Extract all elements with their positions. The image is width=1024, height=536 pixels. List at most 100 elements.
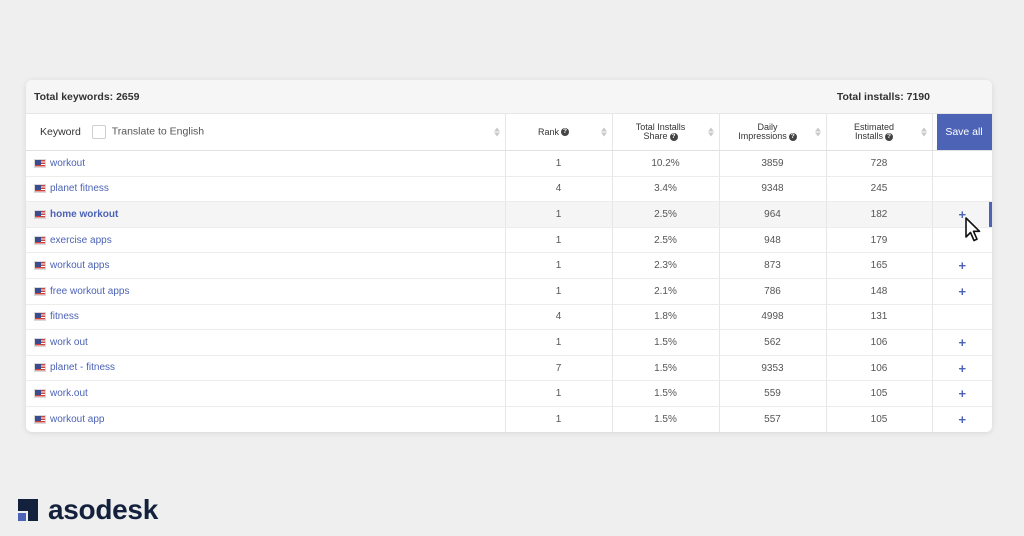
rank-cell: 1	[505, 150, 613, 177]
us-flag-icon	[34, 261, 46, 271]
table-row[interactable]: workout app 1 1.5% 557 105 +	[26, 406, 992, 432]
installs-cell: 105	[826, 380, 933, 407]
table-row[interactable]: free workout apps 1 2.1% 786 148 +	[26, 278, 992, 305]
plus-icon[interactable]	[932, 150, 992, 177]
share-header-line2: Share	[643, 131, 668, 141]
plus-icon[interactable]: +	[932, 406, 992, 432]
plus-icon[interactable]: +	[932, 278, 992, 305]
keyword-cell: planet - fitness	[26, 355, 506, 382]
rank-cell: 1	[505, 201, 613, 228]
plus-icon[interactable]: +	[932, 329, 992, 356]
total-keywords: Total keywords: 2659	[34, 90, 140, 103]
keyword-link[interactable]: workout apps	[50, 260, 109, 271]
column-header-estimated[interactable]: Estimated Installs?	[826, 114, 933, 151]
us-flag-icon	[34, 158, 46, 168]
rank-cell: 1	[505, 252, 613, 279]
table-row[interactable]: exercise apps 1 2.5% 948 179	[26, 227, 992, 254]
keywords-panel: Total keywords: 2659 Total installs: 719…	[26, 80, 992, 432]
plus-icon[interactable]: +	[932, 252, 992, 279]
keyword-link[interactable]: workout	[50, 158, 85, 169]
mouse-pointer-icon	[965, 217, 981, 242]
keyword-link[interactable]: work out	[50, 337, 88, 348]
share-cell: 1.5%	[612, 380, 720, 407]
table-row[interactable]: planet fitness 4 3.4% 9348 245	[26, 176, 992, 203]
sort-arrows-icon[interactable]	[707, 127, 714, 137]
save-all-button[interactable]: Save all	[936, 114, 992, 150]
keyword-link[interactable]: work.out	[50, 388, 88, 399]
impressions-cell: 948	[719, 227, 827, 254]
us-flag-icon	[34, 414, 46, 424]
plus-icon[interactable]	[932, 304, 992, 331]
keywords-table: Keyword Translate to English Rank? Total…	[26, 114, 992, 432]
plus-icon[interactable]: +	[932, 355, 992, 382]
column-header-rank[interactable]: Rank?	[505, 114, 613, 151]
rank-cell: 4	[505, 304, 613, 331]
rank-cell: 1	[505, 227, 613, 254]
plus-icon[interactable]: +	[932, 201, 992, 228]
sort-arrows-icon[interactable]	[920, 127, 927, 137]
impressions-header-line2: Impressions	[738, 131, 787, 141]
table-row[interactable]: workout 1 10.2% 3859 728	[26, 150, 992, 177]
table-row[interactable]: work.out 1 1.5% 559 105 +	[26, 380, 992, 407]
share-cell: 1.5%	[612, 355, 720, 382]
impressions-cell: 4998	[719, 304, 827, 331]
table-row[interactable]: work out 1 1.5% 562 106 +	[26, 329, 992, 356]
us-flag-icon	[34, 337, 46, 347]
keyword-link[interactable]: home workout	[50, 209, 118, 220]
plus-icon[interactable]	[932, 176, 992, 203]
installs-cell: 105	[826, 406, 933, 432]
impressions-cell: 964	[719, 201, 827, 228]
impressions-cell: 9348	[719, 176, 827, 203]
question-circle-icon[interactable]: ?	[561, 128, 569, 137]
installs-cell: 106	[826, 329, 933, 356]
keyword-cell: work out	[26, 329, 506, 356]
keyword-link[interactable]: workout app	[50, 414, 104, 425]
column-header-share[interactable]: Total Installs Share?	[612, 114, 720, 151]
plus-icon[interactable]: +	[932, 380, 992, 407]
rank-cell: 1	[505, 380, 613, 407]
us-flag-icon	[34, 184, 46, 194]
brand-logo: asodesk	[16, 494, 158, 526]
sort-arrows-icon[interactable]	[600, 127, 607, 137]
impressions-cell: 3859	[719, 150, 827, 177]
keyword-cell: planet fitness	[26, 176, 506, 203]
translate-checkbox[interactable]	[91, 125, 106, 139]
question-circle-icon[interactable]: ?	[885, 132, 893, 141]
column-header-keyword[interactable]: Keyword Translate to English	[26, 114, 506, 151]
sort-arrows-icon[interactable]	[814, 127, 821, 137]
keyword-link[interactable]: fitness	[50, 311, 79, 322]
us-flag-icon	[34, 235, 46, 245]
rank-cell: 1	[505, 278, 613, 305]
share-cell: 1.5%	[612, 406, 720, 432]
table-row[interactable]: fitness 4 1.8% 4998 131	[26, 304, 992, 331]
rank-cell: 7	[505, 355, 613, 382]
installs-cell: 165	[826, 252, 933, 279]
table-row[interactable]: home workout 1 2.5% 964 182 +	[26, 201, 992, 228]
installs-cell: 179	[826, 227, 933, 254]
keyword-link[interactable]: planet - fitness	[50, 362, 115, 373]
rank-cell: 1	[505, 406, 613, 432]
keyword-link[interactable]: free workout apps	[50, 286, 130, 297]
keyword-link[interactable]: exercise apps	[50, 235, 112, 246]
impressions-cell: 562	[719, 329, 827, 356]
sort-arrows-icon[interactable]	[493, 127, 500, 137]
column-header-impressions[interactable]: Daily Impressions?	[719, 114, 827, 151]
impressions-cell: 559	[719, 380, 827, 407]
us-flag-icon	[34, 389, 46, 399]
impressions-cell: 557	[719, 406, 827, 432]
question-circle-icon[interactable]: ?	[669, 132, 678, 141]
rank-cell: 4	[505, 176, 613, 203]
installs-cell: 245	[826, 176, 933, 203]
keyword-cell: work.out	[26, 380, 506, 407]
keyword-cell: fitness	[26, 304, 506, 331]
table-row[interactable]: planet - fitness 7 1.5% 9353 106 +	[26, 355, 992, 382]
column-header-action: Save all	[932, 114, 992, 151]
plus-icon[interactable]	[932, 227, 992, 254]
question-circle-icon[interactable]: ?	[788, 132, 797, 141]
keyword-link[interactable]: planet fitness	[50, 183, 109, 194]
us-flag-icon	[34, 286, 46, 296]
table-row[interactable]: workout apps 1 2.3% 873 165 +	[26, 252, 992, 279]
summary-bar: Total keywords: 2659 Total installs: 719…	[26, 80, 992, 114]
installs-cell: 728	[826, 150, 933, 177]
share-cell: 1.8%	[612, 304, 720, 331]
